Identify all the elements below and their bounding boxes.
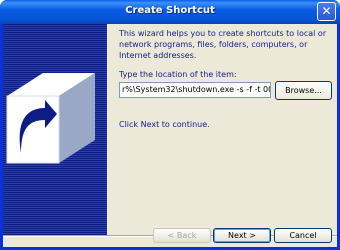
close-button[interactable]: ✕ [317, 2, 336, 21]
location-input[interactable]: r%\System32\shutdown.exe -s -f -t 00 [119, 82, 271, 98]
wizard-content: This wizard helps you to create shortcut… [107, 24, 337, 235]
back-button[interactable]: < Back [153, 228, 211, 243]
create-shortcut-dialog: Create Shortcut ✕ This wizard helps you … [0, 0, 340, 250]
dialog-client-area: This wizard helps you to create shortcut… [3, 24, 337, 247]
window-title: Create Shortcut [125, 5, 215, 16]
continue-hint: Click Next to continue. [119, 120, 210, 129]
title-bar[interactable]: Create Shortcut ✕ [0, 0, 340, 24]
next-button[interactable]: Next > [213, 228, 271, 243]
intro-text: This wizard helps you to create shortcut… [119, 29, 327, 60]
location-label: Type the location of the item: [119, 70, 237, 79]
cancel-button[interactable]: Cancel [274, 228, 332, 243]
shortcut-arrow-icon [6, 73, 95, 164]
browse-button[interactable]: Browse... [275, 81, 332, 100]
wizard-side-panel [3, 24, 107, 235]
